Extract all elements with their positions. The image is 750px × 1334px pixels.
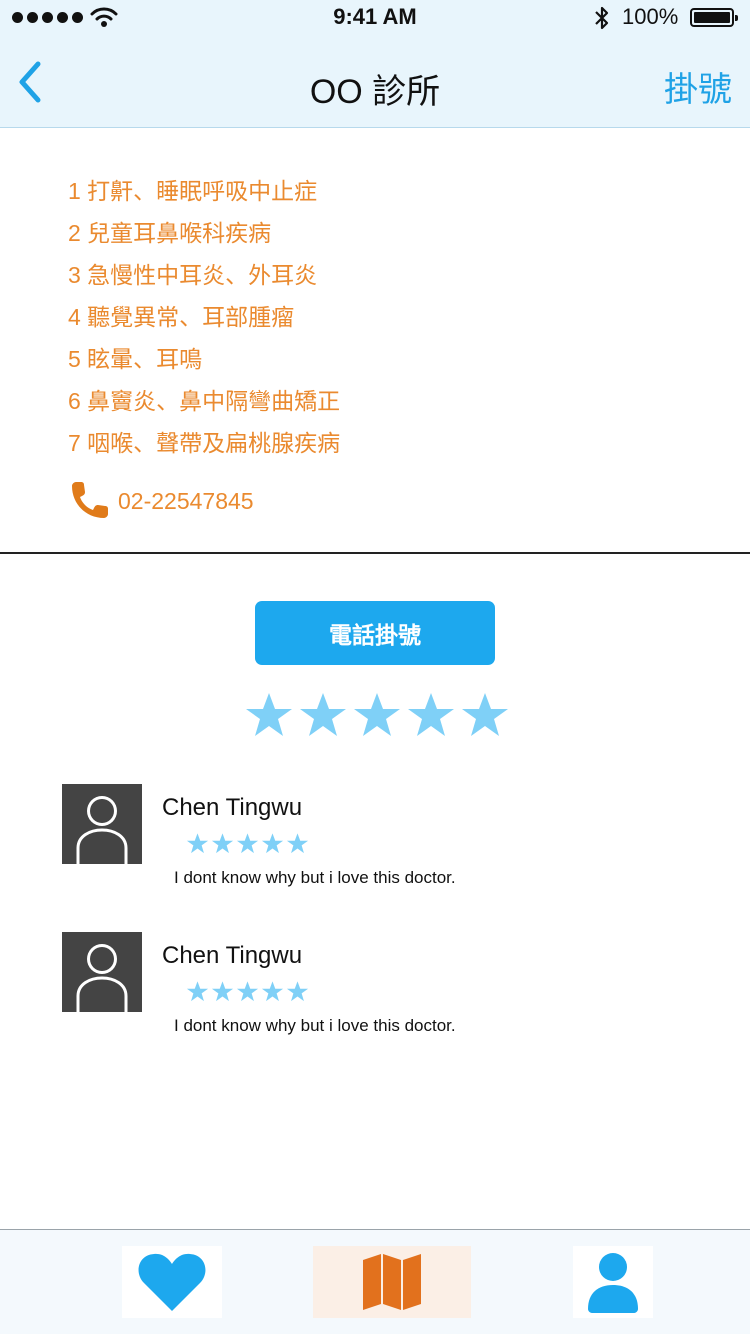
user-placeholder-icon: [62, 932, 142, 1012]
star-icon: [261, 981, 284, 1002]
services-list: 1 打鼾、睡眠呼吸中止症 2 兒童耳鼻喉科疾病 3 急慢性中耳炎、外耳炎 4 聽…: [68, 172, 340, 466]
star-icon: [186, 981, 209, 1002]
tab-profile[interactable]: [573, 1246, 653, 1318]
tab-map[interactable]: [313, 1246, 471, 1318]
navigation-bar: OO 診所 掛號: [0, 36, 750, 128]
register-button[interactable]: 掛號: [664, 62, 732, 111]
battery-percentage: 100%: [622, 4, 679, 29]
star-icon: [261, 833, 284, 854]
star-icon: [286, 981, 309, 1002]
tab-favorites[interactable]: [122, 1246, 222, 1318]
map-icon: [363, 1254, 421, 1310]
reviewer-name: Chen Tingwu: [162, 794, 303, 821]
heart-icon: [138, 1253, 206, 1311]
avatar: [62, 784, 142, 864]
status-bar: 9:41 AM 100%: [0, 0, 750, 36]
phone-register-button[interactable]: 電話掛號: [255, 601, 495, 665]
service-item: 4 聽覺異常、耳部腫瘤: [68, 304, 295, 330]
star-icon[interactable]: [244, 690, 294, 740]
rating-stars[interactable]: [244, 690, 510, 740]
star-icon: [211, 981, 234, 1002]
star-icon: [286, 833, 309, 854]
star-icon[interactable]: [460, 690, 510, 740]
top-bar: 9:41 AM 100% OO 診所 掛號: [0, 0, 750, 128]
page-title: OO 診所: [309, 73, 441, 111]
review-item: Chen Tingwu I dont know why but i love t…: [62, 932, 682, 1042]
tab-bar: [0, 1229, 750, 1334]
phone-number: 02-22547845: [118, 487, 254, 514]
avatar: [62, 932, 142, 1012]
service-item: 1 打鼾、睡眠呼吸中止症: [68, 178, 318, 204]
phone-icon: [72, 482, 108, 518]
service-item: 7 咽喉、聲帶及扁桃腺疾病: [68, 430, 341, 456]
review-text: I dont know why but i love this doctor.: [174, 868, 456, 887]
star-icon: [236, 981, 259, 1002]
review-text: I dont know why but i love this doctor.: [174, 1016, 456, 1035]
review-item: Chen Tingwu I dont know why but i love t…: [62, 784, 682, 894]
service-item: 2 兒童耳鼻喉科疾病: [68, 220, 272, 246]
battery-icon: [690, 8, 738, 27]
star-icon[interactable]: [352, 690, 402, 740]
star-icon: [186, 833, 209, 854]
reviewer-name: Chen Tingwu: [162, 942, 303, 969]
review-stars: [186, 832, 309, 855]
service-item: 5 眩暈、耳鳴: [68, 346, 203, 372]
star-icon: [236, 833, 259, 854]
star-icon[interactable]: [406, 690, 456, 740]
user-placeholder-icon: [62, 784, 142, 864]
star-icon[interactable]: [298, 690, 348, 740]
review-stars: [186, 980, 309, 1003]
service-item: 3 急慢性中耳炎、外耳炎: [68, 262, 318, 288]
service-item: 6 鼻竇炎、鼻中隔彎曲矯正: [68, 388, 341, 414]
section-divider: [0, 552, 750, 554]
star-icon: [211, 833, 234, 854]
phone-row[interactable]: 02-22547845: [68, 480, 254, 522]
bluetooth-icon: [595, 6, 609, 30]
user-icon: [588, 1253, 638, 1313]
